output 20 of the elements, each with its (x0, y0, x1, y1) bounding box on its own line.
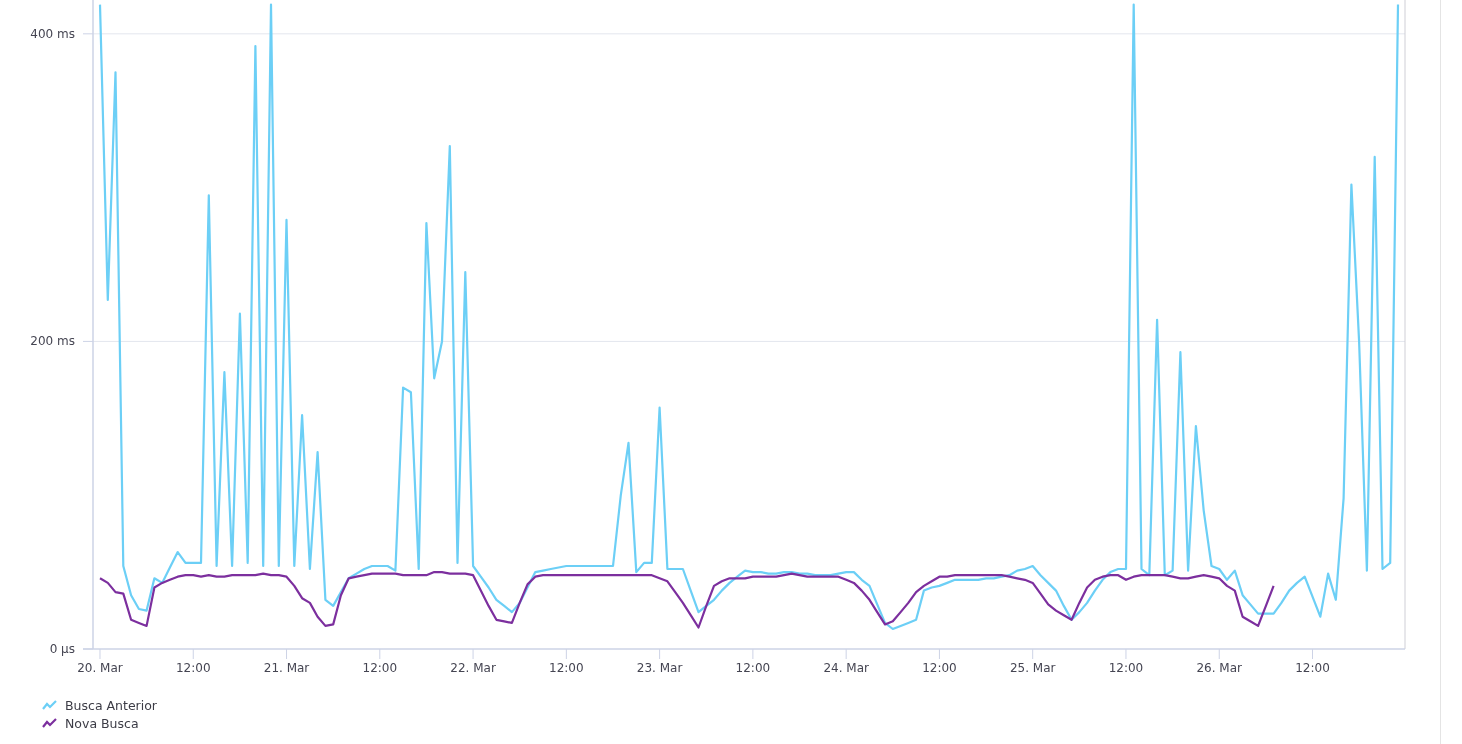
legend-label[interactable]: Busca Anterior (65, 697, 157, 713)
y-tick-label: 200 ms (30, 334, 75, 349)
x-tick-label: 26. Mar (1196, 661, 1242, 675)
x-tick-label: 12:00 (175, 661, 211, 675)
line-series-icon[interactable] (42, 717, 57, 729)
x-tick-label: 22. Mar (450, 661, 496, 675)
x-tick-label: 21. Mar (263, 661, 310, 675)
x-tick-label: 12:00 (922, 661, 957, 675)
x-tick-label: 23. Mar (636, 661, 683, 675)
x-tick-label: 24. Mar (823, 661, 869, 675)
x-tick-label: 20. Mar (77, 661, 123, 675)
x-tick-label: 12:00 (549, 661, 584, 675)
x-tick-label: 12:00 (1295, 661, 1330, 675)
y-tick-label: 400 ms (30, 26, 75, 41)
legend-label[interactable]: Nova Busca (65, 715, 139, 731)
x-tick-label: 12:00 (1108, 661, 1144, 675)
x-tick-label: 12:00 (735, 661, 771, 675)
x-tick-label: 12:00 (362, 661, 398, 675)
y-tick-label: 0 µs (49, 642, 75, 656)
x-tick-label: 25. Mar (1009, 661, 1056, 675)
